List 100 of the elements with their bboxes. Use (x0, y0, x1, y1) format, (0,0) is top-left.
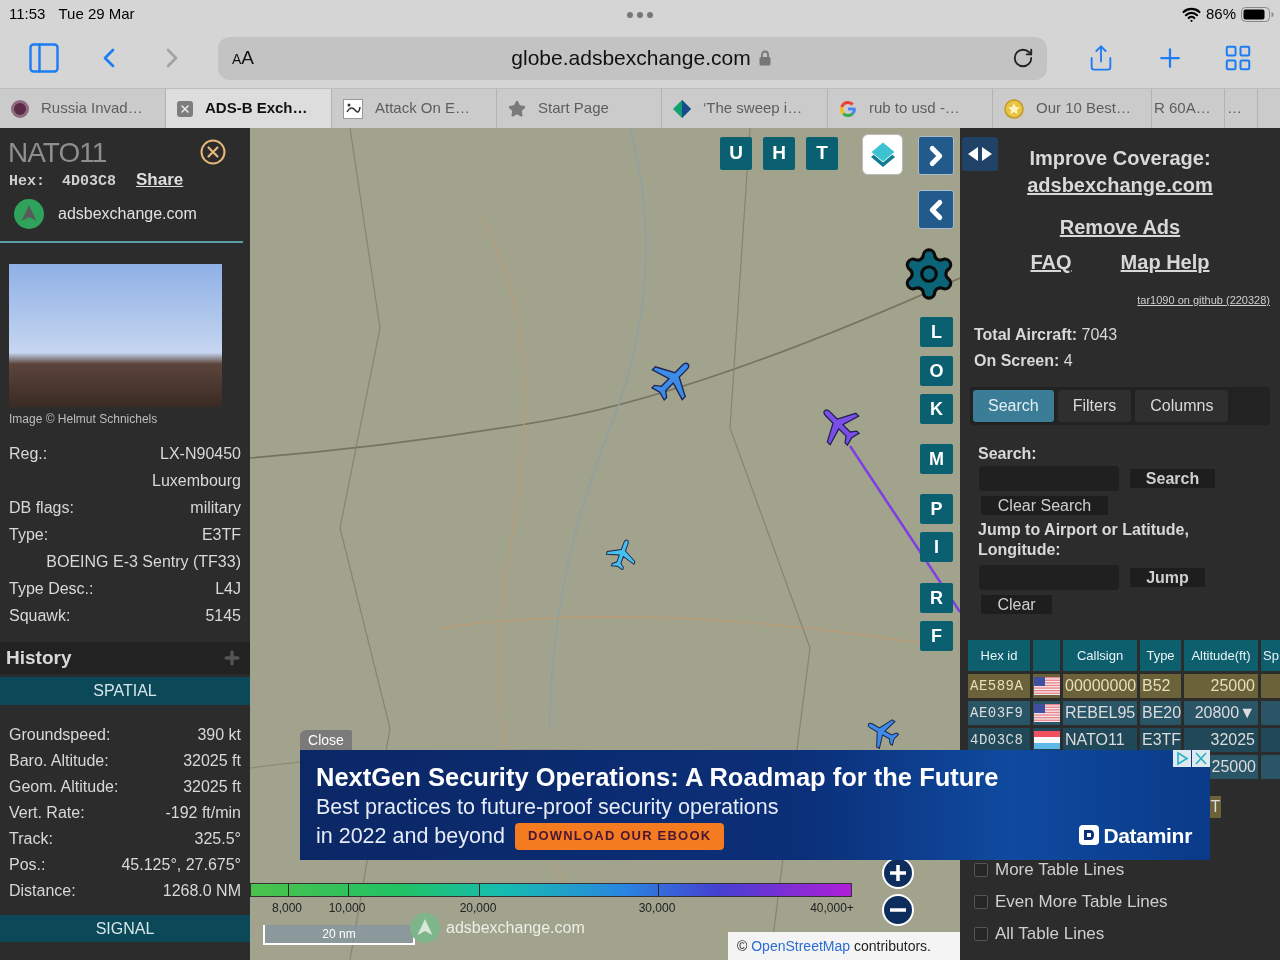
hex-code: 4D03C8 (62, 172, 117, 192)
text-size-button[interactable]: AA (232, 43, 278, 73)
reload-icon[interactable] (1012, 47, 1034, 69)
status-date: Tue 29 Mar (58, 3, 135, 24)
field-value: -192 ft/min (165, 803, 241, 823)
checkbox[interactable] (974, 895, 988, 909)
section-header: SIGNAL (0, 915, 250, 942)
ad-close-button[interactable]: Close (300, 730, 352, 750)
scale-label: 30,000 (638, 900, 676, 917)
plus-icon[interactable] (222, 648, 242, 668)
field-value: 325.5° (194, 829, 241, 849)
jump-label: Jump to Airport or Latitude, Longitude: (978, 520, 1190, 560)
zoom-out-icon[interactable] (882, 894, 914, 926)
total-aircraft-count: Total Aircraft: 7043 (973, 326, 1119, 344)
url-text: globe.adsbexchange.com (511, 45, 751, 72)
close-tab-icon[interactable] (177, 100, 193, 117)
table-cell: REBEL95 (1063, 701, 1137, 725)
clear-search-button[interactable]: Clear Search (981, 496, 1108, 515)
ad-text: Best practices to future-proof security operations (316, 794, 780, 821)
share-link[interactable]: Share (136, 170, 184, 190)
field-value: 390 kt (197, 725, 241, 745)
map-letter-button[interactable]: F (920, 621, 953, 651)
round-favicon-icon (11, 99, 29, 118)
map-toggle-button[interactable]: U (720, 137, 752, 170)
table-cell (1261, 674, 1280, 698)
column-header[interactable]: Altitude(ft) (1184, 640, 1258, 671)
table-cell: NATO11 (1063, 728, 1137, 752)
map-letter-button[interactable]: O (920, 356, 953, 386)
coverage-link[interactable]: adsbexchange.com (1027, 173, 1213, 197)
map-letter-button[interactable]: I (920, 532, 953, 562)
table-button[interactable]: T (1210, 796, 1221, 818)
help-link[interactable]: Map Help (1120, 250, 1210, 275)
diamond-icon (673, 99, 691, 118)
remove-ads-link[interactable]: Remove Ads (1059, 215, 1181, 240)
field-label: Track: (9, 829, 53, 849)
table-cell (1261, 701, 1280, 725)
map-toggle-button[interactable]: H (763, 137, 795, 170)
scale-label: 40,000+ (810, 900, 854, 917)
field-label: Squawk: (9, 605, 71, 626)
table-cell: B52 (1140, 674, 1181, 698)
hex-label: Hex: (9, 172, 45, 192)
column-header[interactable]: Callsign (1063, 640, 1137, 671)
site-name: adsbexchange.com (58, 204, 197, 224)
option-label: Even More Table Lines (995, 891, 1168, 914)
help-link[interactable]: FAQ (1030, 250, 1072, 275)
multitasking-dots-icon[interactable] (627, 12, 653, 18)
table-cell: 00000000 (1063, 674, 1137, 698)
map-letter-button[interactable]: L (920, 317, 953, 347)
field-value: 45.125°, 27.675° (121, 855, 241, 875)
clear-button[interactable]: Clear (981, 595, 1052, 614)
table-cell: 32025 (1184, 728, 1258, 752)
jump-button[interactable]: Jump (1130, 568, 1205, 587)
openstreetmap-link[interactable]: OpenStreetMap (751, 935, 851, 957)
layers-button[interactable] (862, 134, 903, 175)
panel-tab[interactable]: Filters (1057, 390, 1132, 422)
map-letter-button[interactable]: M (920, 444, 953, 474)
table-cell: 25000 (1184, 674, 1258, 698)
browser-tab[interactable]: ADS-B Exch… (166, 89, 332, 128)
column-header[interactable]: Hex id (968, 640, 1030, 671)
option-label: More Table Lines (995, 859, 1125, 882)
map-letter-button[interactable]: P (920, 494, 953, 524)
version-link[interactable]: tar1090 on github (220328) (1137, 294, 1270, 307)
field-value: Luxembourg (152, 470, 241, 491)
field-label: Baro. Altitude: (9, 751, 109, 771)
column-header[interactable]: Sp (1261, 640, 1280, 671)
tab-overview-icon[interactable] (1223, 43, 1253, 73)
table-cell: BE20 (1140, 701, 1181, 725)
sidebar-icon[interactable] (26, 40, 62, 76)
brand-logo-icon (1079, 825, 1100, 846)
field-value: 5145 (205, 605, 241, 626)
table-cell (1261, 728, 1280, 752)
panel-tab[interactable]: Search (973, 390, 1054, 422)
checkbox[interactable] (974, 863, 988, 877)
map-letter-button[interactable]: K (920, 394, 953, 424)
field-value: 32025 ft (183, 777, 241, 797)
field-label: Geom. Altitude: (9, 777, 119, 797)
on-screen-count: On Screen: 4 (973, 352, 1074, 370)
lock-icon (758, 50, 771, 66)
left-right-arrows-icon (967, 146, 993, 162)
field-value: LX-N90450 (160, 443, 241, 464)
checkbox[interactable] (974, 927, 988, 941)
map-logo-icon (410, 913, 440, 943)
status-time: 11:53 (9, 3, 46, 24)
download-ebook-button[interactable]: DOWNLOAD OUR EBOOK (514, 822, 725, 850)
next-arrow-button[interactable] (918, 136, 954, 175)
address-bar[interactable]: AA globe.adsbexchange.com (218, 36, 1047, 80)
airplane-icon[interactable] (606, 538, 638, 570)
field-value: L4J (215, 578, 241, 599)
ad-info-icon[interactable] (1173, 750, 1191, 767)
table-cell (1261, 755, 1280, 779)
search-label: Search: (978, 445, 1038, 463)
map-toggle-button[interactable]: T (806, 137, 838, 170)
table-cell: E3TF (1140, 728, 1181, 752)
panel-tab[interactable]: Columns (1135, 390, 1229, 422)
close-icon[interactable] (200, 139, 226, 165)
column-header[interactable]: Type (1140, 640, 1181, 671)
search-button[interactable]: Search (1130, 469, 1215, 488)
previous-arrow-button[interactable] (918, 190, 954, 229)
panel-toggle-button[interactable] (962, 137, 998, 171)
map-letter-button[interactable]: R (920, 583, 953, 613)
